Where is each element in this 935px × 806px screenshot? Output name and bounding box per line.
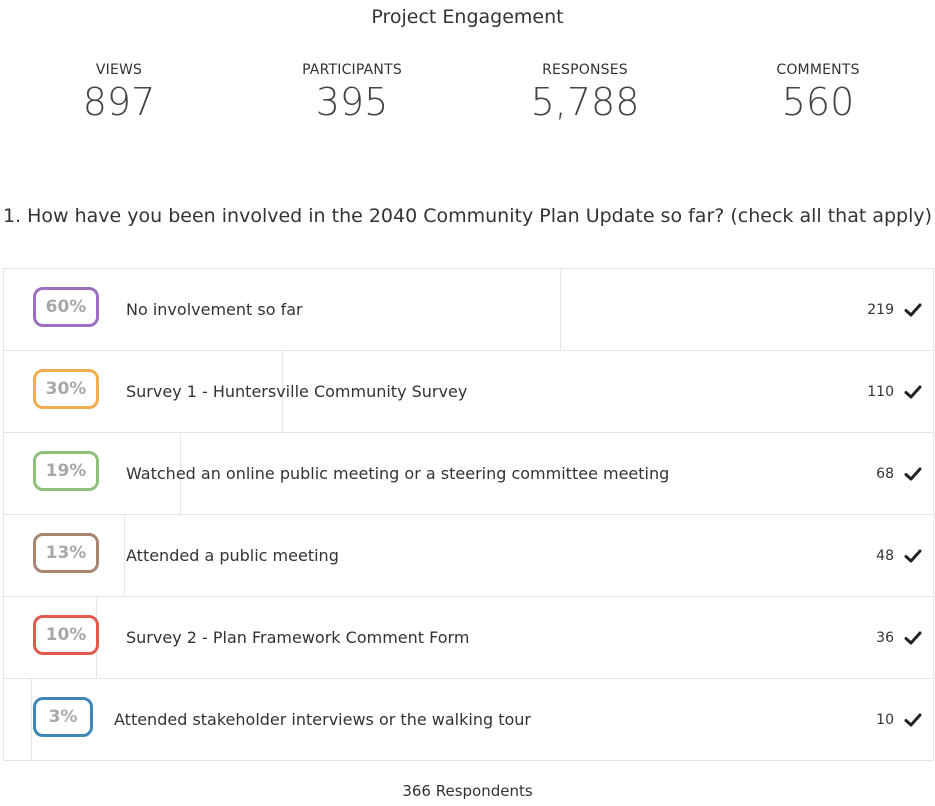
stat-responses: RESPONSES 5,788 xyxy=(485,62,685,124)
stat-label: VIEWS xyxy=(95,62,143,78)
percent-badge: 13% xyxy=(33,533,99,573)
stat-value: 395 xyxy=(315,80,389,124)
percent-badge: 19% xyxy=(33,451,99,491)
answer-option[interactable]: 13% Attended a public meeting 48 xyxy=(3,514,934,596)
respondents-count: 366 Respondents xyxy=(402,782,533,800)
stat-participants: PARTICIPANTS 395 xyxy=(252,62,452,124)
option-count: 10 xyxy=(876,712,894,728)
answer-option[interactable]: 30% Survey 1 - Huntersville Community Su… xyxy=(3,350,934,432)
option-count: 48 xyxy=(876,548,894,564)
check-icon xyxy=(904,549,922,563)
check-icon xyxy=(904,631,922,645)
answer-option[interactable]: 19% Watched an online public meeting or … xyxy=(3,432,934,514)
answer-option[interactable]: 10% Survey 2 - Plan Framework Comment Fo… xyxy=(3,596,934,678)
percent-badge: 10% xyxy=(33,615,99,655)
answer-option[interactable]: 60% No involvement so far 219 xyxy=(3,268,934,350)
stat-label: PARTICIPANTS xyxy=(302,62,402,78)
check-icon xyxy=(904,303,922,317)
option-label: Attended stakeholder interviews or the w… xyxy=(114,710,531,729)
option-label: Watched an online public meeting or a st… xyxy=(126,464,670,483)
option-label: No involvement so far xyxy=(126,300,303,319)
percent-badge: 60% xyxy=(33,287,99,327)
percent-bar xyxy=(4,679,32,760)
answer-option[interactable]: 3% Attended stakeholder interviews or th… xyxy=(3,678,934,761)
percent-badge: 3% xyxy=(33,697,93,737)
check-icon xyxy=(904,385,922,399)
option-count: 36 xyxy=(876,630,894,646)
check-icon xyxy=(904,467,922,481)
stat-comments: COMMENTS 560 xyxy=(718,62,918,124)
stat-label: RESPONSES xyxy=(542,62,628,78)
page-title: Project Engagement xyxy=(371,6,564,28)
stat-value: 560 xyxy=(781,80,855,124)
stat-label: COMMENTS xyxy=(776,62,860,78)
stat-value: 5,788 xyxy=(530,80,640,124)
engagement-stats: VIEWS 897 PARTICIPANTS 395 RESPONSES 5,7… xyxy=(0,62,935,142)
percent-badge: 30% xyxy=(33,369,99,409)
option-count: 219 xyxy=(867,302,894,318)
stat-views: VIEWS 897 xyxy=(19,62,219,124)
option-label: Survey 1 - Huntersville Community Survey xyxy=(126,382,468,401)
option-label: Attended a public meeting xyxy=(126,546,339,565)
question-title: 1. How have you been involved in the 204… xyxy=(2,205,933,227)
option-count: 110 xyxy=(867,384,894,400)
answer-options: 60% No involvement so far 219 30% Survey… xyxy=(3,268,934,761)
option-count: 68 xyxy=(876,466,894,482)
stat-value: 897 xyxy=(82,80,156,124)
option-label: Survey 2 - Plan Framework Comment Form xyxy=(126,628,470,647)
check-icon xyxy=(904,713,922,727)
